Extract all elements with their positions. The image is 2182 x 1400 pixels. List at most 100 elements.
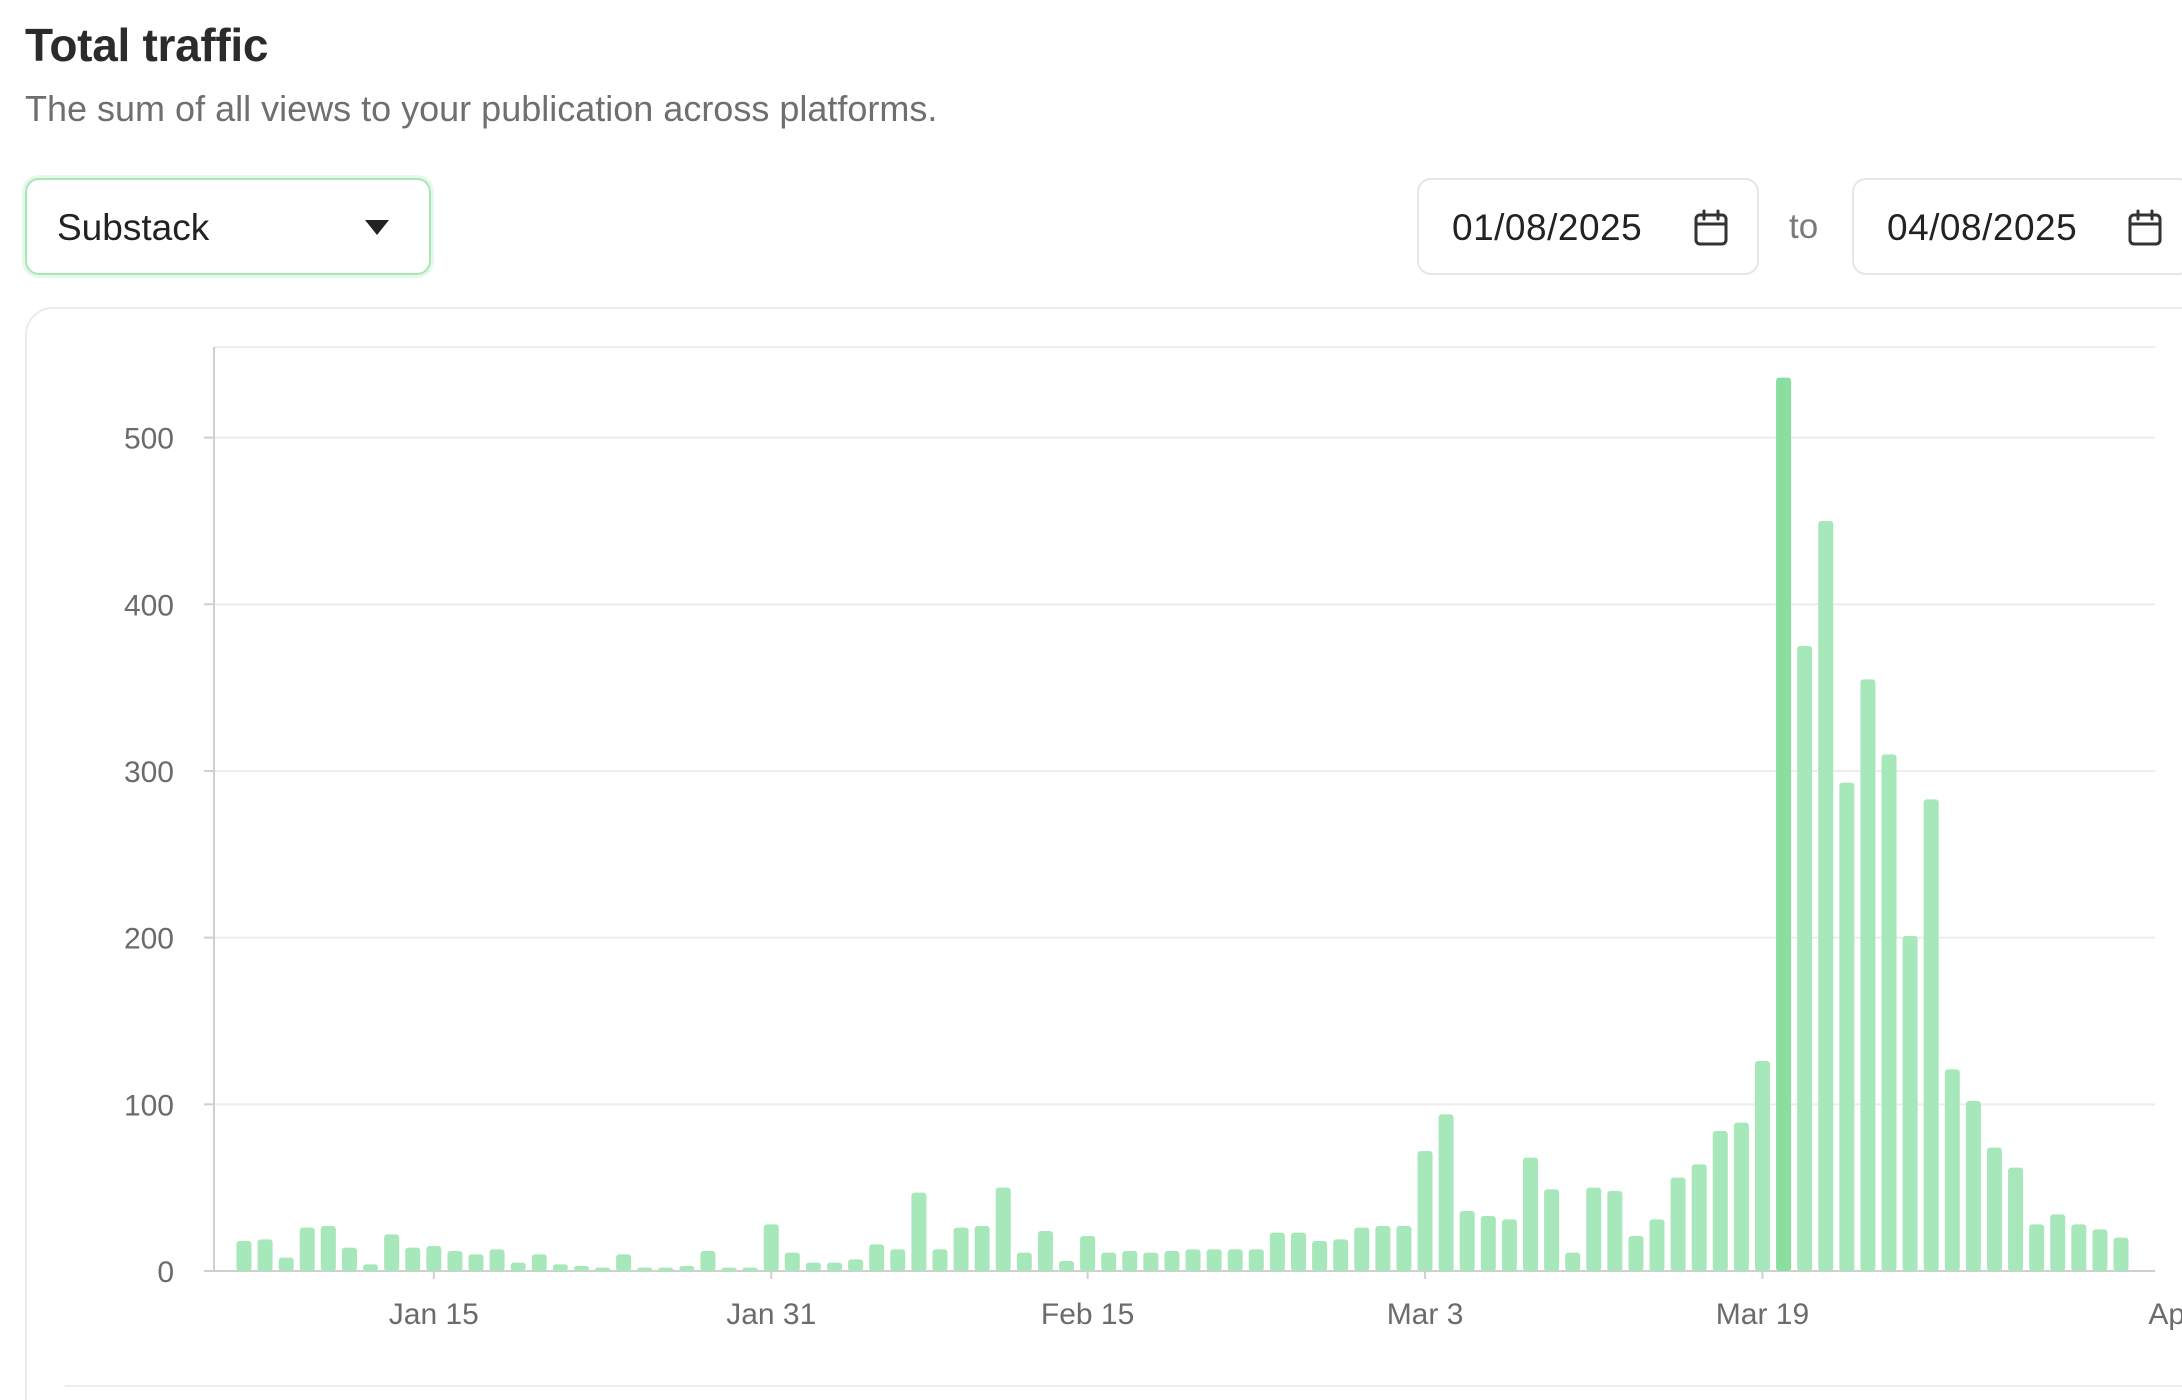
bar-2025-03-29 (1965, 1101, 1981, 1271)
bar-2025-02-01 (784, 1252, 800, 1271)
bar-2025-03-14 (1649, 1219, 1665, 1271)
bar-2025-02-19 (1164, 1251, 1180, 1271)
bar-2025-03-11 (1586, 1187, 1602, 1271)
bar-2025-01-08 (278, 1257, 294, 1271)
bar-2025-03-19 (1754, 1061, 1770, 1271)
bar-2025-03-10 (1565, 1252, 1581, 1271)
x-tick-label: Apr 8 (2148, 1298, 2182, 1331)
bar-2025-03-31 (2008, 1167, 2024, 1271)
bar-2025-04-02 (2050, 1214, 2066, 1271)
bar-2025-02-12 (1016, 1252, 1032, 1271)
bar-2025-02-03 (827, 1262, 843, 1271)
bar-2025-02-02 (805, 1262, 821, 1271)
bar-2025-01-22 (573, 1266, 589, 1271)
bar-2025-03-09 (1544, 1189, 1560, 1271)
bar-2025-03-12 (1607, 1191, 1623, 1271)
bar-2025-01-27 (679, 1266, 695, 1271)
bar-2025-03-05 (1459, 1211, 1475, 1271)
bar-2025-02-26 (1312, 1241, 1328, 1271)
bar-2025-01-18 (489, 1249, 505, 1271)
bar-2025-02-07 (911, 1192, 927, 1271)
bar-2025-02-06 (890, 1249, 906, 1271)
bar-2025-03-30 (1986, 1147, 2002, 1271)
bar-2025-03-22 (1818, 520, 1834, 1271)
bar-2025-01-21 (552, 1264, 568, 1271)
bar-2025-01-15 (426, 1246, 442, 1271)
bar-2025-02-15 (1080, 1236, 1096, 1271)
bar-2025-01-19 (510, 1262, 526, 1271)
bar-2025-01-25 (637, 1267, 653, 1271)
bar-2025-02-22 (1227, 1249, 1243, 1271)
bar-2025-01-23 (595, 1267, 611, 1271)
bar-2025-02-23 (1248, 1249, 1264, 1271)
y-tick-label: 300 (124, 756, 174, 789)
bar-2025-03-04 (1438, 1114, 1454, 1271)
chart-footer-divider (65, 1385, 2182, 1387)
bar-2025-01-31 (763, 1224, 779, 1271)
bar-2025-02-24 (1269, 1232, 1285, 1271)
bar-2025-03-21 (1797, 645, 1813, 1271)
bar-2025-02-16 (1101, 1252, 1117, 1271)
bar-2025-03-07 (1501, 1219, 1517, 1271)
y-tick-label: 500 (124, 423, 174, 456)
bar-2025-03-18 (1733, 1122, 1749, 1271)
bar-2025-01-28 (700, 1251, 716, 1271)
bar-2025-04-01 (2029, 1224, 2045, 1271)
bar-2025-03-16 (1691, 1164, 1707, 1271)
bar-2025-03-01 (1375, 1226, 1391, 1271)
bar-2025-03-20 (1776, 377, 1792, 1271)
bar-2025-03-26 (1902, 935, 1918, 1271)
traffic-bar-chart: 0 100 200 300 400 500 Jan 15 Jan 31 Feb 15 Mar 3 M… (124, 346, 2182, 1331)
bar-2025-03-13 (1628, 1236, 1644, 1271)
bar-2025-04-04 (2092, 1229, 2108, 1271)
bar-2025-03-27 (1923, 799, 1939, 1271)
bar-2025-04-03 (2071, 1224, 2087, 1271)
y-tick-label: 100 (124, 1089, 174, 1122)
chart-bars (236, 377, 2129, 1271)
bar-2025-02-04 (848, 1259, 864, 1271)
bar-2025-01-10 (320, 1226, 336, 1271)
bar-2025-02-05 (869, 1244, 885, 1271)
x-tick-label: Mar 19 (1716, 1298, 1809, 1331)
bar-2025-03-08 (1522, 1157, 1538, 1271)
bar-2025-01-07 (257, 1239, 273, 1271)
y-tick-label: 400 (124, 589, 174, 622)
bar-2025-02-08 (932, 1249, 948, 1271)
bar-2025-02-25 (1291, 1232, 1306, 1271)
bar-2025-01-13 (384, 1234, 400, 1271)
bar-2025-03-02 (1396, 1226, 1412, 1271)
bar-2025-01-14 (405, 1247, 421, 1271)
x-tick-label: Mar 3 (1387, 1298, 1464, 1331)
bar-2025-04-05 (2113, 1237, 2129, 1271)
bar-2025-02-17 (1122, 1251, 1138, 1271)
bar-2025-02-28 (1354, 1227, 1370, 1271)
bar-2025-02-27 (1333, 1239, 1349, 1271)
bar-2025-01-09 (299, 1227, 315, 1271)
bar-2025-03-23 (1839, 782, 1855, 1271)
bar-2025-01-26 (658, 1267, 674, 1271)
bar-2025-02-10 (974, 1226, 990, 1271)
y-tick-label: 200 (124, 923, 174, 956)
bar-2025-02-09 (953, 1227, 969, 1271)
bar-2025-01-24 (616, 1254, 632, 1271)
bar-2025-03-28 (1944, 1069, 1960, 1271)
bar-2025-03-06 (1480, 1216, 1496, 1271)
bar-2025-03-15 (1670, 1177, 1686, 1271)
bar-2025-02-18 (1143, 1252, 1159, 1271)
bar-2025-02-14 (1059, 1261, 1075, 1271)
bar-2025-03-25 (1881, 754, 1897, 1271)
bar-2025-01-12 (363, 1264, 379, 1271)
y-tick-label: 0 (157, 1256, 174, 1289)
bar-2025-01-29 (721, 1267, 737, 1271)
x-tick-label: Jan 31 (726, 1298, 816, 1331)
bar-2025-01-17 (468, 1254, 484, 1271)
bar-2025-01-06 (236, 1241, 252, 1271)
bar-2025-03-24 (1860, 679, 1876, 1271)
bar-2025-01-11 (341, 1247, 357, 1271)
bar-2025-03-03 (1417, 1151, 1433, 1271)
bar-2025-03-17 (1712, 1131, 1728, 1271)
bar-2025-02-20 (1185, 1249, 1201, 1271)
bar-2025-01-30 (742, 1267, 758, 1271)
bar-2025-01-20 (531, 1254, 547, 1271)
bar-2025-01-16 (447, 1251, 463, 1271)
